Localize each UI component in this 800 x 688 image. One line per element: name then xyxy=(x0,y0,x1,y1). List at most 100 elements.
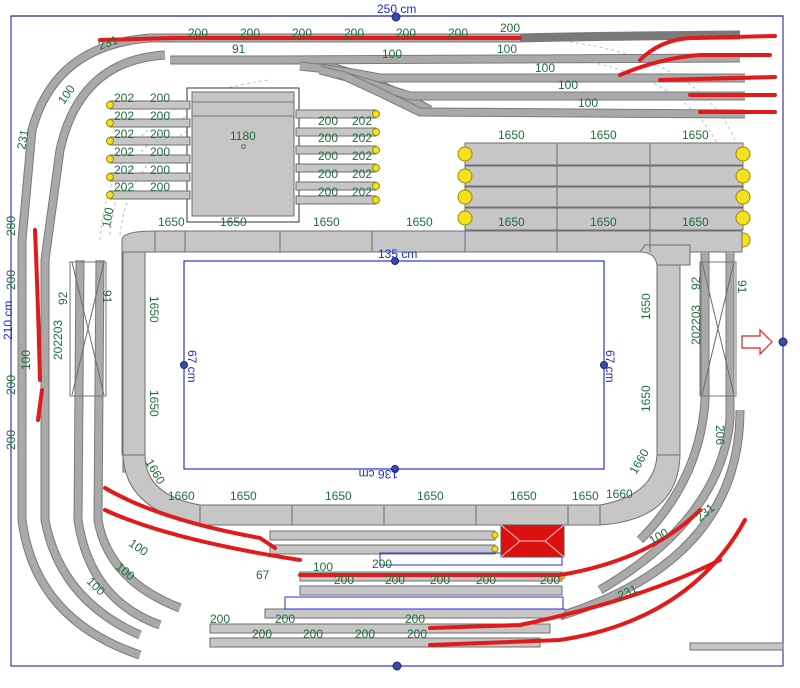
turntable-center xyxy=(241,144,246,149)
track-label: 200 xyxy=(476,573,496,587)
track-label: 200 xyxy=(318,167,338,181)
track-label: 200 xyxy=(385,573,405,587)
track-label: 200 xyxy=(150,180,170,194)
siding-marker-box xyxy=(284,596,564,610)
track-label: 1650 xyxy=(325,489,352,503)
track-label: 100 xyxy=(558,78,578,92)
track-label: 206 xyxy=(713,425,727,445)
track-label: 200 xyxy=(318,114,338,128)
direction-arrow-icon[interactable] xyxy=(741,328,773,356)
track-label: 200 xyxy=(240,26,260,40)
dimension-node[interactable] xyxy=(778,337,788,347)
layout-canvas: 250 cm 210 cm 1180 135 cm 136 cm 67 cm 6… xyxy=(0,0,800,683)
track-label: 1650 xyxy=(639,385,653,412)
inner-bottom-dimension: 136 cm xyxy=(359,467,398,481)
track-label: 200 xyxy=(540,573,560,587)
track-label: 200 xyxy=(210,612,230,626)
track-label: 1650 xyxy=(682,215,709,229)
turntable[interactable] xyxy=(191,91,295,217)
track-label: 200 xyxy=(396,26,416,40)
track-label: 100 xyxy=(578,96,598,110)
track-label: 1650 xyxy=(158,215,185,229)
track-label: 91 xyxy=(100,290,114,304)
inner-dimension-box xyxy=(183,260,605,470)
track-label: 1650 xyxy=(510,489,537,503)
track-label: 1650 xyxy=(147,390,161,417)
track-label: 1650 xyxy=(590,128,617,142)
turntable-label: 1180 xyxy=(230,129,256,143)
track-label: 1650 xyxy=(220,215,247,229)
track-label: 200 xyxy=(430,573,450,587)
track-label: 202 xyxy=(114,145,134,159)
dimension-node[interactable] xyxy=(392,661,402,671)
track-label: 200 xyxy=(500,21,520,35)
track-label: 100 xyxy=(313,560,333,574)
track-label: 1650 xyxy=(572,489,599,503)
track-label: 1650 xyxy=(406,215,433,229)
track-label: 200 xyxy=(303,627,323,641)
track-label: 91 xyxy=(232,42,246,56)
track-label: 200 xyxy=(4,430,18,450)
track-label: 92 xyxy=(56,291,70,305)
track-label: 1650 xyxy=(230,489,257,503)
track-label: 200 xyxy=(407,627,427,641)
track-label: 1660 xyxy=(626,446,652,476)
track-label: 1650 xyxy=(498,128,525,142)
track-label: 200 xyxy=(448,26,468,40)
inner-top-dimension: 135 cm xyxy=(378,247,417,261)
track-yard-2-fill xyxy=(299,62,745,82)
track-label: 100 xyxy=(19,350,33,370)
track-label: 200 xyxy=(405,612,425,626)
track-label: 100 xyxy=(382,47,402,61)
track-label: 100 xyxy=(126,536,151,559)
track-label: 200 xyxy=(344,26,364,40)
track-label: 202 xyxy=(114,180,134,194)
track-label: 91 xyxy=(735,280,749,294)
track-label: 200 xyxy=(150,163,170,177)
height-dimension-label: 210 cm xyxy=(1,301,15,340)
track-label: 202 xyxy=(352,167,372,181)
track-label: 202 xyxy=(352,131,372,145)
track-label: 202 xyxy=(114,109,134,123)
track-label: 200 xyxy=(275,612,295,626)
inner-right-dimension: 67 cm xyxy=(603,350,617,383)
width-dimension-label: 250 cm xyxy=(377,2,416,16)
track-label: 1660 xyxy=(168,489,195,503)
track-label: 100 xyxy=(535,61,555,75)
track-label: 200 xyxy=(188,26,208,40)
track-label: 202 xyxy=(352,149,372,163)
track-label: 200 xyxy=(252,627,272,641)
track-label: 200 xyxy=(318,149,338,163)
track-label: 1650 xyxy=(639,293,653,320)
track-label: 200 xyxy=(334,573,354,587)
track-label: 1650 xyxy=(417,489,444,503)
track-label: 100 xyxy=(497,42,517,56)
track-label: 200 xyxy=(150,109,170,123)
track-label: 202 xyxy=(114,127,134,141)
track-label: 202 xyxy=(352,114,372,128)
track-label: 200 xyxy=(355,627,375,641)
track-label: 1650 xyxy=(498,215,525,229)
track-label: 200 xyxy=(318,185,338,199)
track-label: 200 xyxy=(4,270,18,290)
track-label: 200 xyxy=(372,557,392,571)
track-label: 1650 xyxy=(590,215,617,229)
track-label: 280 xyxy=(4,216,18,236)
track-label: 200 xyxy=(150,145,170,159)
inner-loop[interactable] xyxy=(121,230,743,526)
track-label: 202203 xyxy=(689,305,703,345)
track-label: 67 xyxy=(256,568,270,582)
track-label: 200 xyxy=(150,127,170,141)
track-label: 92 xyxy=(689,276,703,290)
track-label: 202 xyxy=(114,91,134,105)
track-label: 1650 xyxy=(313,215,340,229)
track-label: 200 xyxy=(292,26,312,40)
track-label: 1660 xyxy=(606,487,633,501)
track-label: 202203 xyxy=(51,320,65,360)
track-label: 200 xyxy=(150,91,170,105)
track-label: 100 xyxy=(99,206,116,228)
track-label: 200 xyxy=(4,375,18,395)
track-plan: 250 cm 210 cm 1180 135 cm 136 cm 67 cm 6… xyxy=(1,2,788,671)
track-label: 1650 xyxy=(147,296,161,323)
track-label: 231 xyxy=(96,33,120,53)
